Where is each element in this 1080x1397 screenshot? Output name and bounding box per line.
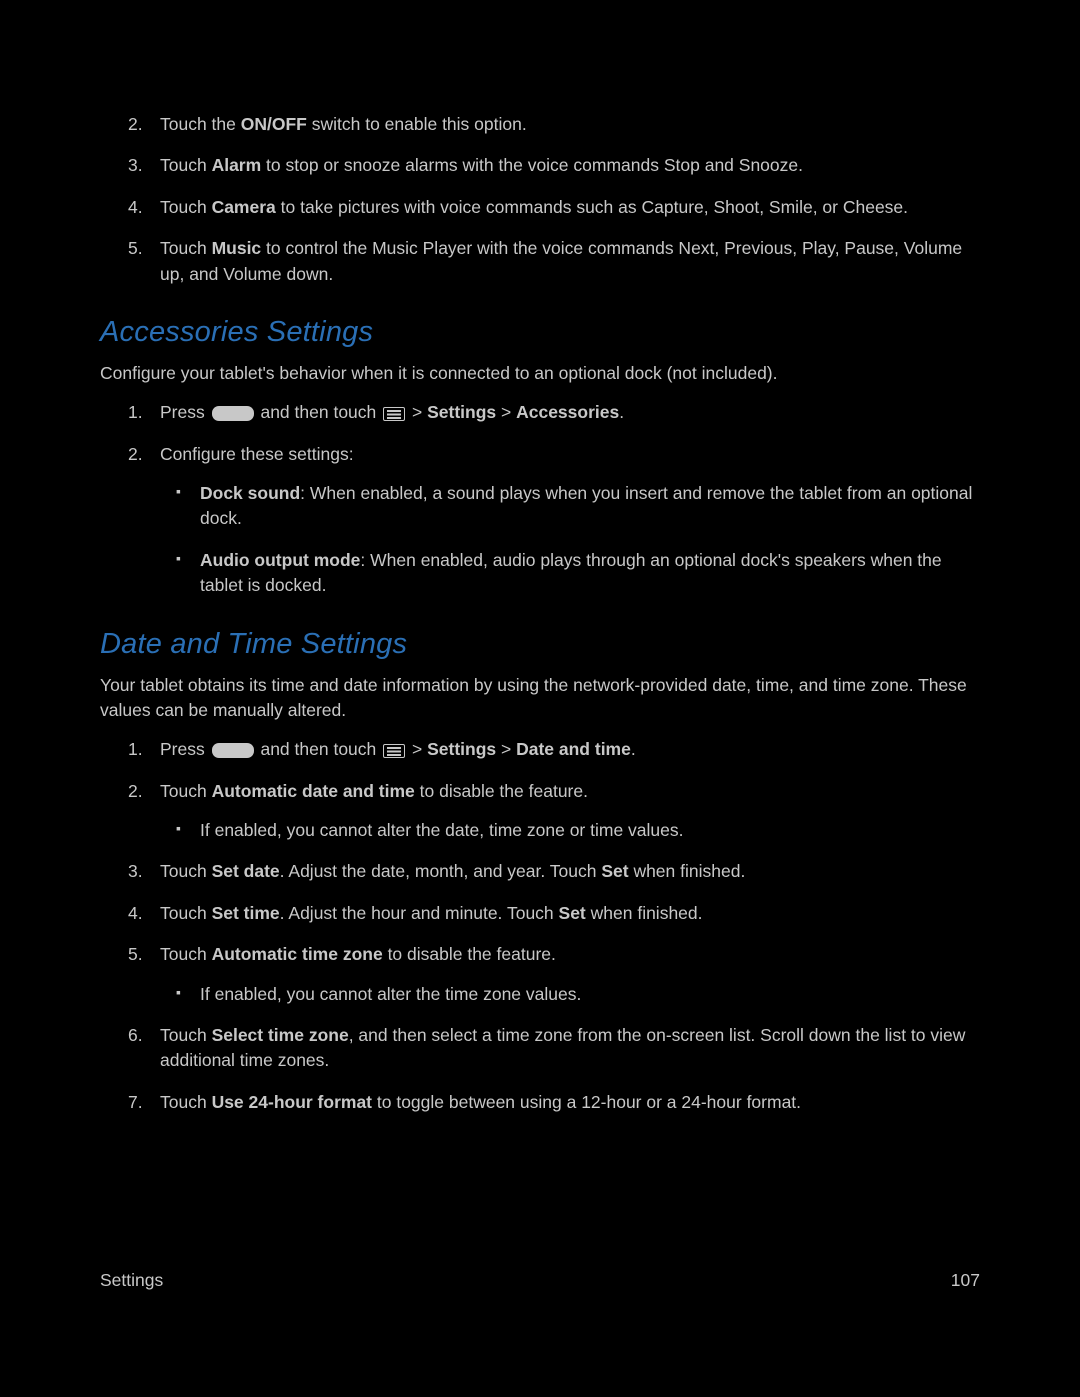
page-footer: Settings 107 [100,1268,980,1293]
list-item: Touch Automatic date and time to disable… [160,779,980,844]
list-item: Touch Alarm to stop or snooze alarms wit… [160,153,980,178]
datetime-intro: Your tablet obtains its time and date in… [100,673,980,724]
bold-text: Date and time [516,739,631,759]
bold-text: Automatic time zone [212,944,383,964]
list-item: Touch Music to control the Music Player … [160,236,980,287]
accessories-sublist: Dock sound: When enabled, a sound plays … [160,481,980,599]
list-item: Touch Set time. Adjust the hour and minu… [160,901,980,926]
text: > [407,739,427,759]
list-item: Dock sound: When enabled, a sound plays … [200,481,980,532]
list-item: Touch Camera to take pictures with voice… [160,195,980,220]
datetime-list: Press and then touch > Settings > Date a… [100,737,980,1115]
list-item: Touch Use 24-hour format to toggle betwe… [160,1090,980,1115]
home-button-icon [212,406,254,421]
text: . Adjust the hour and minute. Touch [280,903,559,923]
bold-text: Accessories [516,402,619,422]
footer-section: Settings [100,1268,163,1293]
list-item: If enabled, you cannot alter the time zo… [200,982,980,1007]
list-item: If enabled, you cannot alter the date, t… [200,818,980,843]
text: Configure these settings: [160,444,354,464]
list-item: Audio output mode: When enabled, audio p… [200,548,980,599]
bold-text: Settings [427,739,496,759]
text: to stop or snooze alarms with the voice … [261,155,803,175]
bold-text: Audio output mode [200,550,360,570]
bold-text: Dock sound [200,483,300,503]
list-item: Touch Set date. Adjust the date, month, … [160,859,980,884]
text: Touch [160,1092,212,1112]
list-item: Touch the ON/OFF switch to enable this o… [160,112,980,137]
text: . [619,402,624,422]
home-button-icon [212,743,254,758]
text: to take pictures with voice commands suc… [276,197,908,217]
text: when finished. [586,903,703,923]
datetime-sublist: If enabled, you cannot alter the time zo… [160,982,980,1007]
accessories-heading: Accessories Settings [100,311,980,353]
bold-text: Set time [212,903,280,923]
list-item: Touch Automatic time zone to disable the… [160,942,980,1007]
text: and then touch [256,739,382,759]
text: Touch [160,1025,212,1045]
bold-text: Automatic date and time [212,781,415,801]
text: > [496,739,516,759]
text: to disable the feature. [415,781,588,801]
voice-commands-list: Touch the ON/OFF switch to enable this o… [100,112,980,287]
menu-icon [383,744,405,758]
accessories-list: Press and then touch > Settings > Access… [100,400,980,598]
text: Press [160,402,210,422]
bold-text: Use 24-hour format [212,1092,372,1112]
text: to disable the feature. [383,944,556,964]
datetime-heading: Date and Time Settings [100,623,980,665]
text: to toggle between using a 12-hour or a 2… [372,1092,801,1112]
text: If enabled, you cannot alter the date, t… [200,820,683,840]
list-item: Touch Select time zone, and then select … [160,1023,980,1074]
bold-text: Set date [212,861,280,881]
text: Touch [160,903,212,923]
text: Touch the [160,114,241,134]
text: to control the Music Player with the voi… [160,238,962,283]
bold-text: Set [559,903,586,923]
bold-text: ON/OFF [241,114,307,134]
menu-icon [383,407,405,421]
text: when finished. [629,861,746,881]
datetime-sublist: If enabled, you cannot alter the date, t… [160,818,980,843]
text: and then touch [256,402,382,422]
text: . [631,739,636,759]
accessories-intro: Configure your tablet's behavior when it… [100,361,980,386]
bold-text: Music [212,238,262,258]
text: Touch [160,238,212,258]
text: Press [160,739,210,759]
text: Touch [160,155,212,175]
text: If enabled, you cannot alter the time zo… [200,984,581,1004]
text: Touch [160,861,212,881]
bold-text: Camera [212,197,276,217]
bold-text: Select time zone [212,1025,349,1045]
list-item: Configure these settings: Dock sound: Wh… [160,442,980,599]
bold-text: Alarm [212,155,262,175]
list-item: Press and then touch > Settings > Access… [160,400,980,425]
text: Touch [160,197,212,217]
text: > [496,402,516,422]
bold-text: Set [601,861,628,881]
list-item: Press and then touch > Settings > Date a… [160,737,980,762]
footer-page-number: 107 [951,1268,980,1293]
text: . Adjust the date, month, and year. Touc… [280,861,602,881]
text: : When enabled, a sound plays when you i… [200,483,972,528]
text: switch to enable this option. [307,114,527,134]
text: Touch [160,781,212,801]
text: > [407,402,427,422]
text: Touch [160,944,212,964]
bold-text: Settings [427,402,496,422]
